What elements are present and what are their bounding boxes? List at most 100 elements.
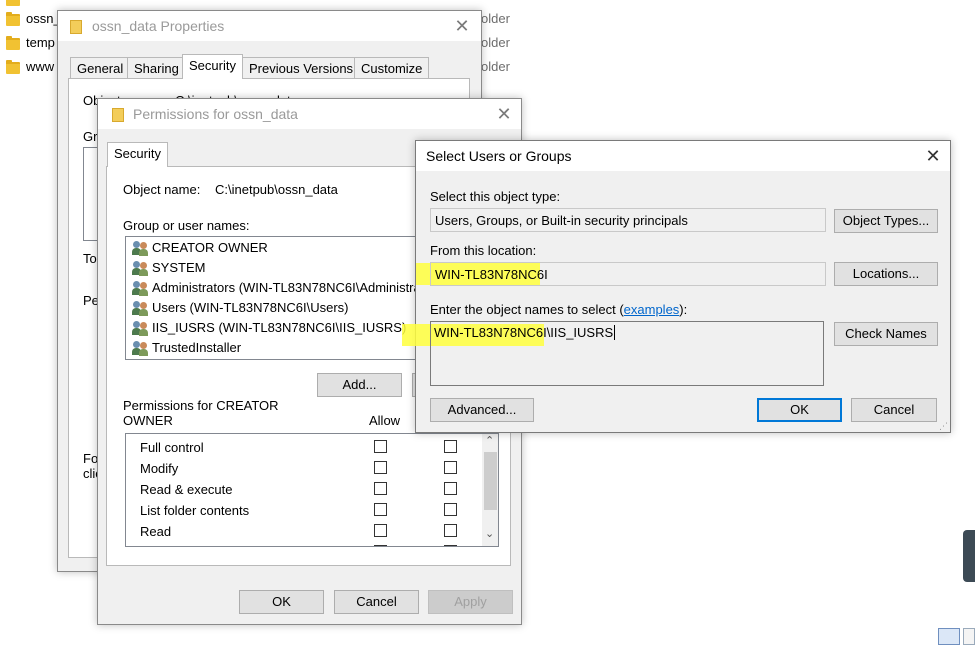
- object-name-label: Object name:: [123, 182, 201, 197]
- users-icon: [132, 300, 150, 316]
- select-users-titlebar: Select Users or Groups ✕: [416, 141, 950, 171]
- list-item[interactable]: Administrators (WIN-TL83N78NC6I\Administ…: [130, 278, 425, 298]
- user-name: Users (WIN-TL83N78NC6I\Users): [152, 300, 349, 315]
- object-names-value: WIN-TL83N78NC6I\IIS_IUSRS: [434, 325, 614, 340]
- permission-label: Read & execute: [140, 482, 233, 497]
- check-names-button[interactable]: Check Names: [834, 322, 938, 346]
- tab-previous-versions[interactable]: Previous Versions: [242, 57, 361, 79]
- file-type-text: older: [481, 35, 510, 50]
- tab-sharing[interactable]: Sharing: [127, 57, 186, 79]
- tab-customize[interactable]: Customize: [354, 57, 430, 79]
- deny-checkbox[interactable]: [444, 461, 457, 474]
- allow-checkbox[interactable]: [374, 524, 387, 537]
- permissions-title: Permissions for ossn_data: [133, 106, 298, 122]
- scrollbar-thumb[interactable]: [484, 452, 497, 510]
- folder-icon: [6, 0, 20, 6]
- allow-checkbox[interactable]: [374, 440, 387, 453]
- select-users-title: Select Users or Groups: [426, 148, 572, 164]
- location-field: WIN-TL83N78NC6I: [430, 262, 826, 286]
- group-label: Group or user names:: [123, 218, 250, 233]
- object-name-value: C:\inetpub\ossn_data: [215, 182, 338, 197]
- add-button[interactable]: Add...: [317, 373, 402, 397]
- special-perms-text: Fo: [83, 451, 99, 466]
- object-type-label: Select this object type:: [430, 189, 561, 204]
- user-name: IIS_IUSRS (WIN-TL83N78NC6I\IIS_IUSRS): [152, 320, 407, 335]
- resize-grip-icon[interactable]: ⋰: [939, 421, 948, 432]
- scroll-down-icon[interactable]: ⌄: [485, 527, 494, 540]
- list-item[interactable]: SYSTEM: [130, 258, 424, 278]
- deny-checkbox[interactable]: [444, 440, 457, 453]
- tab-general[interactable]: General: [70, 57, 131, 79]
- allow-checkbox[interactable]: [374, 482, 387, 495]
- permission-label: Read: [140, 524, 172, 539]
- file-type-text: older: [481, 11, 510, 26]
- list-item[interactable]: CREATOR OWNER: [130, 238, 424, 258]
- allow-checkbox[interactable]: [374, 461, 387, 474]
- enter-names-label: Enter the object names to select (exampl…: [430, 302, 687, 317]
- location-label: From this location:: [430, 243, 537, 258]
- permissions-for-label: Permissions for CREATOR OWNER: [123, 398, 279, 428]
- details-view-icon[interactable]: [938, 628, 960, 645]
- user-name: Administrators (WIN-TL83N78NC6I\Administ…: [152, 280, 425, 295]
- allow-checkbox[interactable]: [374, 545, 387, 546]
- properties-titlebar: ossn_data Properties ✕: [58, 11, 481, 41]
- users-icon: [132, 340, 150, 356]
- deny-checkbox[interactable]: [444, 482, 457, 495]
- explorer-row-label[interactable]: ossn_: [26, 11, 61, 26]
- properties-title: ossn_data Properties: [92, 18, 225, 34]
- explorer-row-label[interactable]: temp: [26, 35, 55, 50]
- list-item[interactable]: TrustedInstaller: [130, 338, 424, 358]
- deny-checkbox[interactable]: [444, 545, 457, 546]
- deny-checkbox[interactable]: [444, 524, 457, 537]
- ok-button[interactable]: OK: [239, 590, 324, 614]
- group-user-list[interactable]: CREATOR OWNER SYSTEM Administrators (WIN…: [125, 236, 425, 360]
- close-icon[interactable]: ✕: [493, 103, 515, 125]
- permission-label: Modify: [140, 461, 179, 476]
- user-name: CREATOR OWNER: [152, 240, 268, 255]
- file-type-text: older: [481, 59, 510, 74]
- folder-icon: [6, 12, 20, 26]
- folder-icon: [6, 36, 20, 50]
- deny-checkbox[interactable]: [444, 503, 457, 516]
- folder-icon: [70, 20, 82, 34]
- scroll-up-icon[interactable]: ⌃: [485, 434, 494, 447]
- examples-link[interactable]: examples: [624, 302, 680, 317]
- folder-icon: [112, 108, 124, 122]
- permission-label: List folder contents: [140, 503, 250, 518]
- tiles-view-icon[interactable]: [963, 628, 975, 645]
- allow-header: Allow: [369, 413, 401, 428]
- user-name: TrustedInstaller: [152, 340, 242, 355]
- tab-security[interactable]: Security: [182, 54, 243, 79]
- list-item[interactable]: IIS_IUSRS (WIN-TL83N78NC6I\IIS_IUSRS): [130, 318, 424, 338]
- permissions-titlebar: Permissions for ossn_data ✕: [98, 99, 521, 129]
- enter-names-suffix: ):: [679, 302, 688, 317]
- to-change-text: To: [83, 251, 97, 266]
- ok-button[interactable]: OK: [757, 398, 842, 422]
- folder-icon: [6, 60, 20, 74]
- users-icon: [132, 280, 150, 296]
- allow-checkbox[interactable]: [374, 503, 387, 516]
- user-name: SYSTEM: [152, 260, 206, 275]
- users-icon: [132, 240, 150, 256]
- close-icon[interactable]: ✕: [451, 15, 473, 37]
- permissions-list[interactable]: Full control Modify Read & execute List …: [125, 433, 499, 547]
- object-types-button[interactable]: Object Types...: [834, 209, 938, 233]
- cancel-button[interactable]: Cancel: [334, 590, 419, 614]
- apply-button[interactable]: Apply: [428, 590, 513, 614]
- cancel-button[interactable]: Cancel: [851, 398, 937, 422]
- object-type-field: Users, Groups, or Built-in security prin…: [430, 208, 826, 232]
- users-icon: [132, 260, 150, 276]
- users-icon: [132, 320, 150, 336]
- close-icon[interactable]: ✕: [922, 145, 944, 167]
- object-names-input[interactable]: WIN-TL83N78NC6I\IIS_IUSRS: [430, 321, 824, 386]
- advanced-button[interactable]: Advanced...: [430, 398, 534, 422]
- select-users-dialog: Select Users or Groups ✕ Select this obj…: [402, 140, 951, 433]
- list-item[interactable]: Users (WIN-TL83N78NC6I\Users): [130, 298, 424, 318]
- explorer-row-label[interactable]: www: [26, 59, 54, 74]
- enter-names-prefix: Enter the object names to select (: [430, 302, 624, 317]
- side-widget-icon: [963, 530, 975, 582]
- locations-button[interactable]: Locations...: [834, 262, 938, 286]
- text-cursor: [614, 325, 616, 340]
- permissions-scrollbar[interactable]: ⌃ ⌄: [482, 434, 498, 546]
- tab-security[interactable]: Security: [107, 142, 168, 167]
